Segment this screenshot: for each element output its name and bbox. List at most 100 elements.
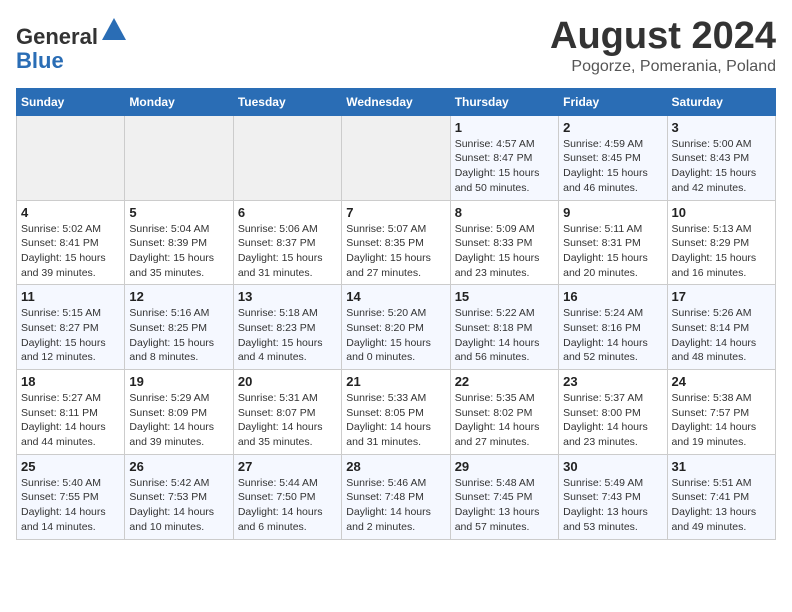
day-number: 22	[455, 374, 554, 389]
cell-content: Sunrise: 5:09 AM Sunset: 8:33 PM Dayligh…	[455, 222, 554, 281]
weekday-header-row: SundayMondayTuesdayWednesdayThursdayFrid…	[17, 88, 776, 115]
calendar-cell: 22 Sunrise: 5:35 AM Sunset: 8:02 PM Dayli…	[450, 370, 558, 455]
day-number: 5	[129, 205, 228, 220]
day-number: 6	[238, 205, 337, 220]
cell-content: Sunrise: 5:29 AM Sunset: 8:09 PM Dayligh…	[129, 391, 228, 450]
cell-content: Sunrise: 5:35 AM Sunset: 8:02 PM Dayligh…	[455, 391, 554, 450]
calendar-cell: 5 Sunrise: 5:04 AM Sunset: 8:39 PM Daylig…	[125, 200, 233, 285]
cell-content: Sunrise: 5:15 AM Sunset: 8:27 PM Dayligh…	[21, 306, 120, 365]
cell-content: Sunrise: 5:42 AM Sunset: 7:53 PM Dayligh…	[129, 476, 228, 535]
calendar-week-1: 1Sunrise: 4:57 AM Sunset: 8:47 PM Daylig…	[17, 115, 776, 200]
calendar-cell	[233, 115, 341, 200]
cell-content: Sunrise: 5:24 AM Sunset: 8:16 PM Dayligh…	[563, 306, 662, 365]
weekday-header-friday: Friday	[559, 88, 667, 115]
day-number: 26	[129, 459, 228, 474]
day-number: 15	[455, 289, 554, 304]
calendar-cell: 21 Sunrise: 5:33 AM Sunset: 8:05 PM Dayli…	[342, 370, 450, 455]
day-number: 17	[672, 289, 771, 304]
logo-blue: Blue	[16, 48, 64, 73]
day-number: 31	[672, 459, 771, 474]
calendar-cell: 28 Sunrise: 5:46 AM Sunset: 7:48 PM Dayli…	[342, 454, 450, 539]
cell-content: Sunrise: 5:46 AM Sunset: 7:48 PM Dayligh…	[346, 476, 445, 535]
day-number: 11	[21, 289, 120, 304]
day-number: 2	[563, 120, 662, 135]
calendar-cell: 4 Sunrise: 5:02 AM Sunset: 8:41 PM Daylig…	[17, 200, 125, 285]
calendar-cell	[17, 115, 125, 200]
cell-content: Sunrise: 5:40 AM Sunset: 7:55 PM Dayligh…	[21, 476, 120, 535]
calendar-cell	[342, 115, 450, 200]
calendar-cell: 20 Sunrise: 5:31 AM Sunset: 8:07 PM Dayli…	[233, 370, 341, 455]
weekday-header-monday: Monday	[125, 88, 233, 115]
calendar-cell: 16 Sunrise: 5:24 AM Sunset: 8:16 PM Dayli…	[559, 285, 667, 370]
calendar-cell: 6 Sunrise: 5:06 AM Sunset: 8:37 PM Daylig…	[233, 200, 341, 285]
calendar-cell: 10Sunrise: 5:13 AM Sunset: 8:29 PM Dayli…	[667, 200, 775, 285]
day-number: 12	[129, 289, 228, 304]
calendar-cell: 3Sunrise: 5:00 AM Sunset: 8:43 PM Daylig…	[667, 115, 775, 200]
calendar-cell: 2Sunrise: 4:59 AM Sunset: 8:45 PM Daylig…	[559, 115, 667, 200]
page-subtitle: Pogorze, Pomerania, Poland	[550, 58, 776, 76]
page-title: August 2024	[550, 16, 776, 58]
calendar-cell: 8 Sunrise: 5:09 AM Sunset: 8:33 PM Daylig…	[450, 200, 558, 285]
logo-general: General	[16, 24, 98, 49]
day-number: 19	[129, 374, 228, 389]
calendar-cell: 25 Sunrise: 5:40 AM Sunset: 7:55 PM Dayli…	[17, 454, 125, 539]
day-number: 14	[346, 289, 445, 304]
calendar-week-4: 18Sunrise: 5:27 AM Sunset: 8:11 PM Dayli…	[17, 370, 776, 455]
day-number: 25	[21, 459, 120, 474]
calendar-cell: 24Sunrise: 5:38 AM Sunset: 7:57 PM Dayli…	[667, 370, 775, 455]
calendar-cell: 12 Sunrise: 5:16 AM Sunset: 8:25 PM Dayli…	[125, 285, 233, 370]
calendar-cell: 23 Sunrise: 5:37 AM Sunset: 8:00 PM Dayli…	[559, 370, 667, 455]
day-number: 24	[672, 374, 771, 389]
calendar-cell: 27Sunrise: 5:44 AM Sunset: 7:50 PM Dayli…	[233, 454, 341, 539]
day-number: 28	[346, 459, 445, 474]
cell-content: Sunrise: 5:16 AM Sunset: 8:25 PM Dayligh…	[129, 306, 228, 365]
cell-content: Sunrise: 5:00 AM Sunset: 8:43 PM Dayligh…	[672, 137, 771, 196]
weekday-header-tuesday: Tuesday	[233, 88, 341, 115]
cell-content: Sunrise: 5:18 AM Sunset: 8:23 PM Dayligh…	[238, 306, 337, 365]
calendar-cell: 31 Sunrise: 5:51 AM Sunset: 7:41 PM Dayli…	[667, 454, 775, 539]
logo: General Blue	[16, 16, 128, 73]
cell-content: Sunrise: 5:33 AM Sunset: 8:05 PM Dayligh…	[346, 391, 445, 450]
day-number: 16	[563, 289, 662, 304]
day-number: 29	[455, 459, 554, 474]
cell-content: Sunrise: 5:49 AM Sunset: 7:43 PM Dayligh…	[563, 476, 662, 535]
calendar-cell: 9 Sunrise: 5:11 AM Sunset: 8:31 PM Daylig…	[559, 200, 667, 285]
day-number: 1	[455, 120, 554, 135]
calendar-week-3: 11 Sunrise: 5:15 AM Sunset: 8:27 PM Dayli…	[17, 285, 776, 370]
calendar-cell: 13 Sunrise: 5:18 AM Sunset: 8:23 PM Dayli…	[233, 285, 341, 370]
cell-content: Sunrise: 5:22 AM Sunset: 8:18 PM Dayligh…	[455, 306, 554, 365]
calendar-cell: 11 Sunrise: 5:15 AM Sunset: 8:27 PM Dayli…	[17, 285, 125, 370]
cell-content: Sunrise: 5:02 AM Sunset: 8:41 PM Dayligh…	[21, 222, 120, 281]
day-number: 8	[455, 205, 554, 220]
logo-icon	[100, 16, 128, 44]
title-area: August 2024 Pogorze, Pomerania, Poland	[550, 16, 776, 76]
calendar-cell: 30 Sunrise: 5:49 AM Sunset: 7:43 PM Dayli…	[559, 454, 667, 539]
calendar-cell: 14Sunrise: 5:20 AM Sunset: 8:20 PM Dayli…	[342, 285, 450, 370]
day-number: 9	[563, 205, 662, 220]
cell-content: Sunrise: 5:51 AM Sunset: 7:41 PM Dayligh…	[672, 476, 771, 535]
page-header: General Blue August 2024 Pogorze, Pomera…	[16, 16, 776, 76]
day-number: 23	[563, 374, 662, 389]
calendar-cell: 7 Sunrise: 5:07 AM Sunset: 8:35 PM Daylig…	[342, 200, 450, 285]
calendar-table: SundayMondayTuesdayWednesdayThursdayFrid…	[16, 88, 776, 540]
cell-content: Sunrise: 5:37 AM Sunset: 8:00 PM Dayligh…	[563, 391, 662, 450]
weekday-header-sunday: Sunday	[17, 88, 125, 115]
cell-content: Sunrise: 5:48 AM Sunset: 7:45 PM Dayligh…	[455, 476, 554, 535]
day-number: 20	[238, 374, 337, 389]
day-number: 30	[563, 459, 662, 474]
cell-content: Sunrise: 5:07 AM Sunset: 8:35 PM Dayligh…	[346, 222, 445, 281]
weekday-header-wednesday: Wednesday	[342, 88, 450, 115]
cell-content: Sunrise: 5:31 AM Sunset: 8:07 PM Dayligh…	[238, 391, 337, 450]
day-number: 4	[21, 205, 120, 220]
calendar-cell: 15 Sunrise: 5:22 AM Sunset: 8:18 PM Dayli…	[450, 285, 558, 370]
day-number: 10	[672, 205, 771, 220]
cell-content: Sunrise: 5:11 AM Sunset: 8:31 PM Dayligh…	[563, 222, 662, 281]
day-number: 13	[238, 289, 337, 304]
calendar-cell: 17Sunrise: 5:26 AM Sunset: 8:14 PM Dayli…	[667, 285, 775, 370]
cell-content: Sunrise: 5:04 AM Sunset: 8:39 PM Dayligh…	[129, 222, 228, 281]
calendar-cell: 18Sunrise: 5:27 AM Sunset: 8:11 PM Dayli…	[17, 370, 125, 455]
day-number: 21	[346, 374, 445, 389]
day-number: 7	[346, 205, 445, 220]
calendar-cell: 1Sunrise: 4:57 AM Sunset: 8:47 PM Daylig…	[450, 115, 558, 200]
cell-content: Sunrise: 5:06 AM Sunset: 8:37 PM Dayligh…	[238, 222, 337, 281]
